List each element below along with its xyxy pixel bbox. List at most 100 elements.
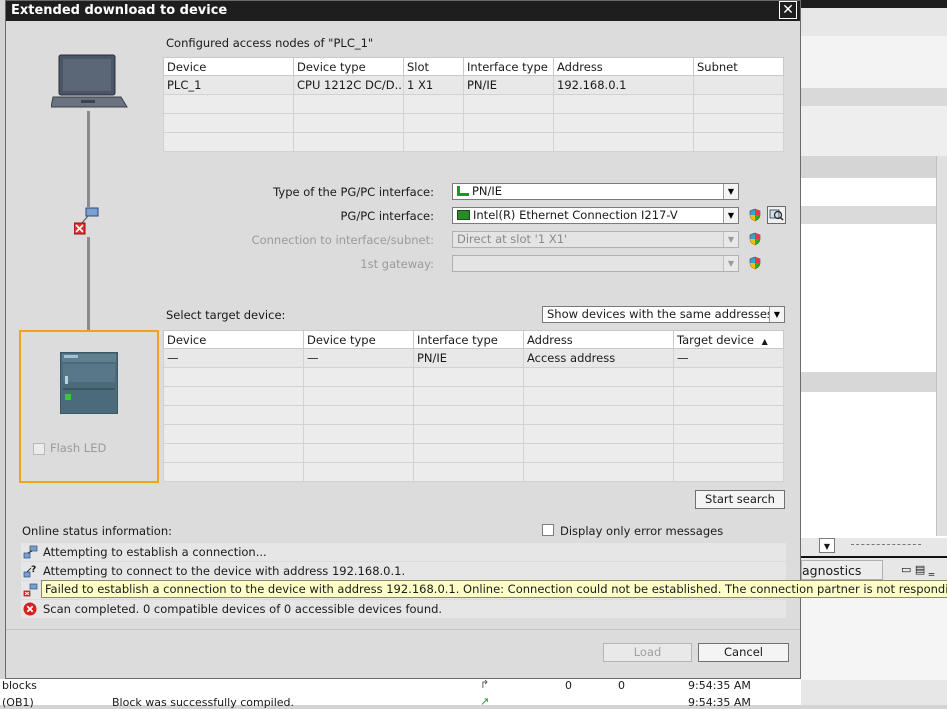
start-search-button[interactable]: Start search xyxy=(695,490,785,509)
subnet-value: Direct at slot '1 X1' xyxy=(457,232,568,246)
shield-icon[interactable] xyxy=(748,208,762,222)
cell-device: — xyxy=(163,348,304,368)
cancel-button[interactable]: Cancel xyxy=(698,643,789,662)
bg-title-strip xyxy=(801,0,947,8)
cell-device-type: — xyxy=(303,348,414,368)
cell-target-device: — xyxy=(673,348,784,368)
plc-device-icon xyxy=(60,352,118,414)
col-interface-type[interactable]: Interface type xyxy=(463,57,554,76)
network-link-broken-icon xyxy=(74,207,99,235)
table-row xyxy=(163,113,784,133)
col-address[interactable]: Address xyxy=(553,57,694,76)
configured-nodes-heading: Configured access nodes of "PLC_1" xyxy=(166,36,374,50)
chevron-down-icon[interactable]: ▼ xyxy=(723,184,738,199)
bg-header-4 xyxy=(801,372,947,392)
divider xyxy=(6,629,800,630)
table-row xyxy=(163,462,784,482)
gateway-label: 1st gateway: xyxy=(360,257,434,271)
error-message-tooltip: Failed to establish a connection to the … xyxy=(41,580,947,598)
col-subnet[interactable]: Subnet xyxy=(693,57,784,76)
bg-diagnostics-tab-label: agnostics xyxy=(802,563,862,578)
connection-line-lower xyxy=(87,237,90,331)
pgpc-type-label: Type of the PG/PC interface: xyxy=(273,185,434,199)
dialog-titlebar[interactable]: Extended download to device xyxy=(6,1,800,21)
table-row xyxy=(163,132,784,152)
chevron-down-icon[interactable]: ▼ xyxy=(723,208,738,223)
load-button[interactable]: Load xyxy=(603,643,692,662)
load-label: Load xyxy=(633,645,662,659)
bg-pane xyxy=(801,36,947,88)
cancel-label: Cancel xyxy=(724,645,763,659)
cell-subnet xyxy=(693,75,784,95)
connection-status-icon xyxy=(23,545,38,559)
cell-interface-type: PN/IE xyxy=(463,75,554,95)
bg-row2-text: Block was successfully compiled. xyxy=(112,696,295,709)
status-message: Attempting to establish a connection... xyxy=(21,543,786,561)
table-row[interactable]: — — PN/IE Access address — xyxy=(163,348,784,368)
close-button[interactable]: ✕ xyxy=(779,1,797,19)
bg-row1-n2: 0 xyxy=(618,679,625,692)
bg-row2-time: 9:54:35 AM xyxy=(688,696,751,709)
error-only-checkbox[interactable] xyxy=(542,524,554,536)
chevron-down-icon[interactable]: ▼ xyxy=(723,232,738,247)
bg-scrollbar[interactable] xyxy=(936,156,947,536)
cell-device: PLC_1 xyxy=(163,75,294,95)
status-message: ? Attempting to connect to the device wi… xyxy=(21,562,786,580)
error-icon xyxy=(23,602,37,616)
col-slot[interactable]: Slot xyxy=(403,57,464,76)
bg-header xyxy=(801,88,947,106)
connection-question-icon: ? xyxy=(23,565,36,578)
bg-diagnostics-tab[interactable]: agnostics xyxy=(801,560,883,580)
bg-zoom-slider[interactable] xyxy=(851,544,921,551)
col-device[interactable]: Device xyxy=(163,330,304,349)
gateway-select[interactable]: ▼ xyxy=(452,255,739,272)
pgpc-interface-select[interactable]: Intel(R) Ethernet Connection I217-V ▼ xyxy=(452,207,739,224)
laptop-icon xyxy=(51,54,128,108)
error-only-label: Display only error messages xyxy=(560,524,724,538)
table-row xyxy=(163,405,784,425)
col-device-type[interactable]: Device type xyxy=(293,57,404,76)
flash-led-checkbox[interactable] xyxy=(33,443,45,455)
background-app-panel: ▼ agnostics ▭ ▤ ‗ xyxy=(801,0,947,705)
bg-white-area-2 xyxy=(801,224,947,372)
flash-led-label: Flash LED xyxy=(50,441,107,455)
chevron-down-icon[interactable]: ▼ xyxy=(769,307,784,322)
bg-dropdown-arrow[interactable]: ▼ xyxy=(819,538,835,553)
status-message-text: Scan completed. 0 compatible devices of … xyxy=(43,602,443,616)
cell-slot: 1 X1 xyxy=(403,75,464,95)
tooltip-text: Failed to establish a connection to the … xyxy=(45,582,947,596)
target-devices-header: Device Device type Interface type Addres… xyxy=(163,330,784,349)
extended-download-dialog: Extended download to device Flash LED Co… xyxy=(5,0,801,679)
chevron-down-icon[interactable]: ▼ xyxy=(723,256,738,271)
status-message: Scan completed. 0 compatible devices of … xyxy=(21,600,786,618)
col-target-device[interactable]: Target device ▲ xyxy=(673,330,784,349)
bg-header-2 xyxy=(801,156,947,178)
connection-error-icon xyxy=(23,583,38,597)
bg-window-controls[interactable]: ▭ ▤ ‗ xyxy=(901,563,941,577)
cell-device-type: CPU 1212C DC/D... xyxy=(293,75,404,95)
diagnostics-search-button[interactable] xyxy=(767,206,786,224)
bg-row2-icon: ↗ xyxy=(480,695,490,708)
shield-icon[interactable] xyxy=(748,256,762,270)
cell-address: Access address xyxy=(523,348,674,368)
col-device[interactable]: Device xyxy=(163,57,294,76)
shield-icon[interactable] xyxy=(748,232,762,246)
table-row xyxy=(163,367,784,387)
table-row xyxy=(163,443,784,463)
subnet-select[interactable]: Direct at slot '1 X1' ▼ xyxy=(452,231,739,248)
bg-row1-name: blocks xyxy=(2,679,37,692)
close-icon: ✕ xyxy=(782,2,794,18)
configured-nodes-header: Device Device type Slot Interface type A… xyxy=(163,57,784,76)
table-row[interactable]: PLC_1 CPU 1212C DC/D... 1 X1 PN/IE 192.1… xyxy=(163,75,784,95)
bg-pane-2 xyxy=(801,106,947,156)
bg-row1-n1: 0 xyxy=(565,679,572,692)
device-filter-select[interactable]: Show devices with the same addresses ▼ xyxy=(542,306,785,323)
status-message-text: Attempting to connect to the device with… xyxy=(43,564,406,578)
col-interface-type[interactable]: Interface type xyxy=(413,330,524,349)
col-device-type[interactable]: Device type xyxy=(303,330,414,349)
col-address[interactable]: Address xyxy=(523,330,674,349)
pgpc-type-select[interactable]: PN/IE ▼ xyxy=(452,183,739,200)
table-row xyxy=(163,424,784,444)
svg-text:?: ? xyxy=(31,565,36,575)
bg-toolbar xyxy=(801,8,947,36)
